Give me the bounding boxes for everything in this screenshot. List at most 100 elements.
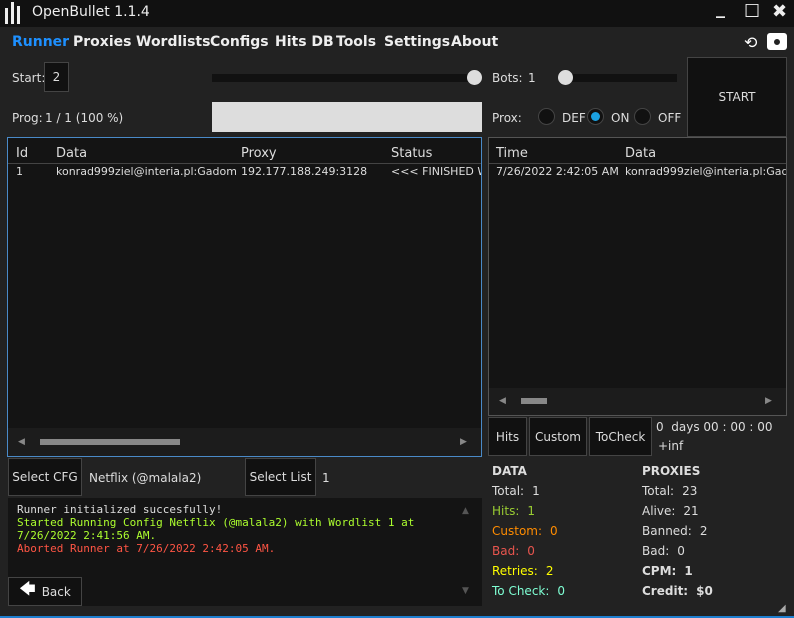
config-name: Netflix (@malala2) xyxy=(89,471,202,485)
scroll-left-icon[interactable]: ◀ xyxy=(499,396,506,406)
log-output: Runner initialized succesfully! Started R… xyxy=(17,503,457,555)
scroll-thumb[interactable] xyxy=(40,439,180,445)
cell-data: konrad999ziel@interia.pl:Gadc xyxy=(625,165,786,178)
proxy_stats-item: CPM: 1 xyxy=(642,564,693,578)
start-label: Start: xyxy=(12,71,46,85)
minimize-button[interactable]: _ xyxy=(716,0,725,19)
horizontal-scrollbar[interactable]: ◀ ▶ xyxy=(489,388,786,415)
stat-label: Banned: xyxy=(642,524,692,538)
window-title: OpenBullet 1.1.4 xyxy=(32,4,150,20)
start-slider-thumb[interactable] xyxy=(467,70,482,85)
data_stats-item: To Check: 0 xyxy=(492,584,565,598)
cell-status: <<< FINISHED W xyxy=(391,165,481,178)
camera-icon[interactable] xyxy=(767,33,787,50)
proxy_stats-item: Total: 23 xyxy=(642,484,697,498)
nav-tab-tools[interactable]: Tools xyxy=(336,34,376,50)
stat-label: Bad: xyxy=(642,544,670,558)
data_stats-item: Total: 1 xyxy=(492,484,540,498)
resize-grip-icon[interactable]: ◢ xyxy=(778,603,786,614)
stat-value: 0 xyxy=(557,584,566,598)
stat-label: Bad: xyxy=(492,544,520,558)
bots-slider[interactable] xyxy=(560,74,677,82)
proxy_stats-item: Banned: 2 xyxy=(642,524,707,538)
stat-label: CPM: xyxy=(642,564,677,578)
history-icon[interactable]: ⟲ xyxy=(744,33,757,52)
runner-table[interactable]: Id Data Proxy Status 1 konrad999ziel@int… xyxy=(7,137,482,457)
stat-value: 1 xyxy=(532,484,540,498)
stat-value: 2 xyxy=(699,524,708,538)
proxy-def-radio[interactable] xyxy=(538,108,555,125)
nav-tab-hits-db[interactable]: Hits DB xyxy=(275,34,334,50)
column-header-time[interactable]: Time xyxy=(496,146,528,161)
close-button[interactable]: ✖ xyxy=(772,1,787,22)
data_stats-title: DATA xyxy=(492,464,527,478)
proxy_stats-item: Credit: $0 xyxy=(642,584,713,598)
stat-value: 0 xyxy=(677,544,685,558)
stat-value: 1 xyxy=(527,504,535,518)
stat-value: 0 xyxy=(550,524,558,538)
table-row[interactable]: 7/26/2022 2:42:05 AM konrad999ziel@inter… xyxy=(489,164,786,180)
scroll-left-icon[interactable]: ◀ xyxy=(18,437,25,447)
stat-label: To Check: xyxy=(492,584,550,598)
stat-value: 0 xyxy=(527,544,535,558)
stat-label: Total: xyxy=(642,484,675,498)
scroll-right-icon[interactable]: ▶ xyxy=(460,437,467,447)
nav-tab-wordlists[interactable]: Wordlists xyxy=(136,34,210,50)
cell-time: 7/26/2022 2:42:05 AM xyxy=(496,165,619,178)
app-logo xyxy=(4,2,22,24)
proxy-off-radio[interactable] xyxy=(634,108,651,125)
maximize-button[interactable]: ☐ xyxy=(744,1,760,22)
nav-tab-configs[interactable]: Configs xyxy=(210,34,269,50)
column-header-data[interactable]: Data xyxy=(625,146,656,161)
scroll-right-icon[interactable]: ▶ xyxy=(765,396,772,406)
scroll-up-icon[interactable]: ▲ xyxy=(462,506,469,516)
scroll-down-icon[interactable]: ▼ xyxy=(462,586,469,596)
proxy-label: Prox: xyxy=(492,111,522,125)
log-line: Aborted Runner at 7/26/2022 2:42:05 AM. xyxy=(17,542,276,555)
proxy-def-label: DEF xyxy=(562,111,586,125)
start-button[interactable]: START xyxy=(687,57,787,137)
select-list-button[interactable]: Select List xyxy=(245,458,316,496)
proxy_stats-item: Alive: 21 xyxy=(642,504,699,518)
hits-table[interactable]: Time Data 7/26/2022 2:42:05 AM konrad999… xyxy=(488,137,787,416)
stat-value: $0 xyxy=(696,584,713,598)
remaining-time: +inf xyxy=(658,439,684,453)
stat-value: 21 xyxy=(683,504,699,518)
column-header-status[interactable]: Status xyxy=(391,146,432,161)
start-input[interactable]: 2 xyxy=(44,62,69,92)
bots-value: 1 xyxy=(528,71,536,85)
start-slider[interactable] xyxy=(212,74,477,82)
proxy-off-label: OFF xyxy=(658,111,682,125)
stat-value: 1 xyxy=(684,564,693,578)
progress-value: 1 / 1 (100 %) xyxy=(45,111,124,125)
column-header-data[interactable]: Data xyxy=(56,146,87,161)
column-header-id[interactable]: Id xyxy=(16,146,28,161)
cell-id: 1 xyxy=(16,165,23,178)
back-button[interactable]: 🡄 Back xyxy=(8,577,82,606)
nav-tab-about[interactable]: About xyxy=(451,34,498,50)
nav-tab-proxies[interactable]: Proxies xyxy=(73,34,131,50)
progress-bar xyxy=(212,102,482,132)
stat-label: Retries: xyxy=(492,564,538,578)
horizontal-scrollbar[interactable]: ◀ ▶ xyxy=(8,428,481,456)
log-line: Runner initialized succesfully! xyxy=(17,503,223,516)
proxy-on-label: ON xyxy=(611,111,630,125)
back-label: Back xyxy=(41,584,71,599)
tocheck-button[interactable]: ToCheck xyxy=(589,417,652,456)
stat-value: 2 xyxy=(545,564,554,578)
select-config-button[interactable]: Select CFG xyxy=(8,458,82,496)
cell-data: konrad999ziel@interia.pl:Gadom xyxy=(56,165,236,178)
elapsed-time: 0 days 00 : 00 : 00 xyxy=(656,420,773,434)
proxy-on-radio[interactable] xyxy=(587,108,604,125)
stat-label: Hits: xyxy=(492,504,520,518)
column-header-proxy[interactable]: Proxy xyxy=(241,146,277,161)
custom-button[interactable]: Custom xyxy=(529,417,587,456)
hits-button[interactable]: Hits xyxy=(488,417,527,456)
nav-tab-settings[interactable]: Settings xyxy=(384,34,450,50)
stat-label: Custom: xyxy=(492,524,543,538)
scroll-thumb[interactable] xyxy=(521,398,547,404)
nav-tab-runner[interactable]: Runner xyxy=(12,34,69,50)
bots-slider-thumb[interactable] xyxy=(558,70,573,85)
proxy_stats-title: PROXIES xyxy=(642,464,701,478)
table-row[interactable]: 1 konrad999ziel@interia.pl:Gadom 192.177… xyxy=(8,164,481,180)
